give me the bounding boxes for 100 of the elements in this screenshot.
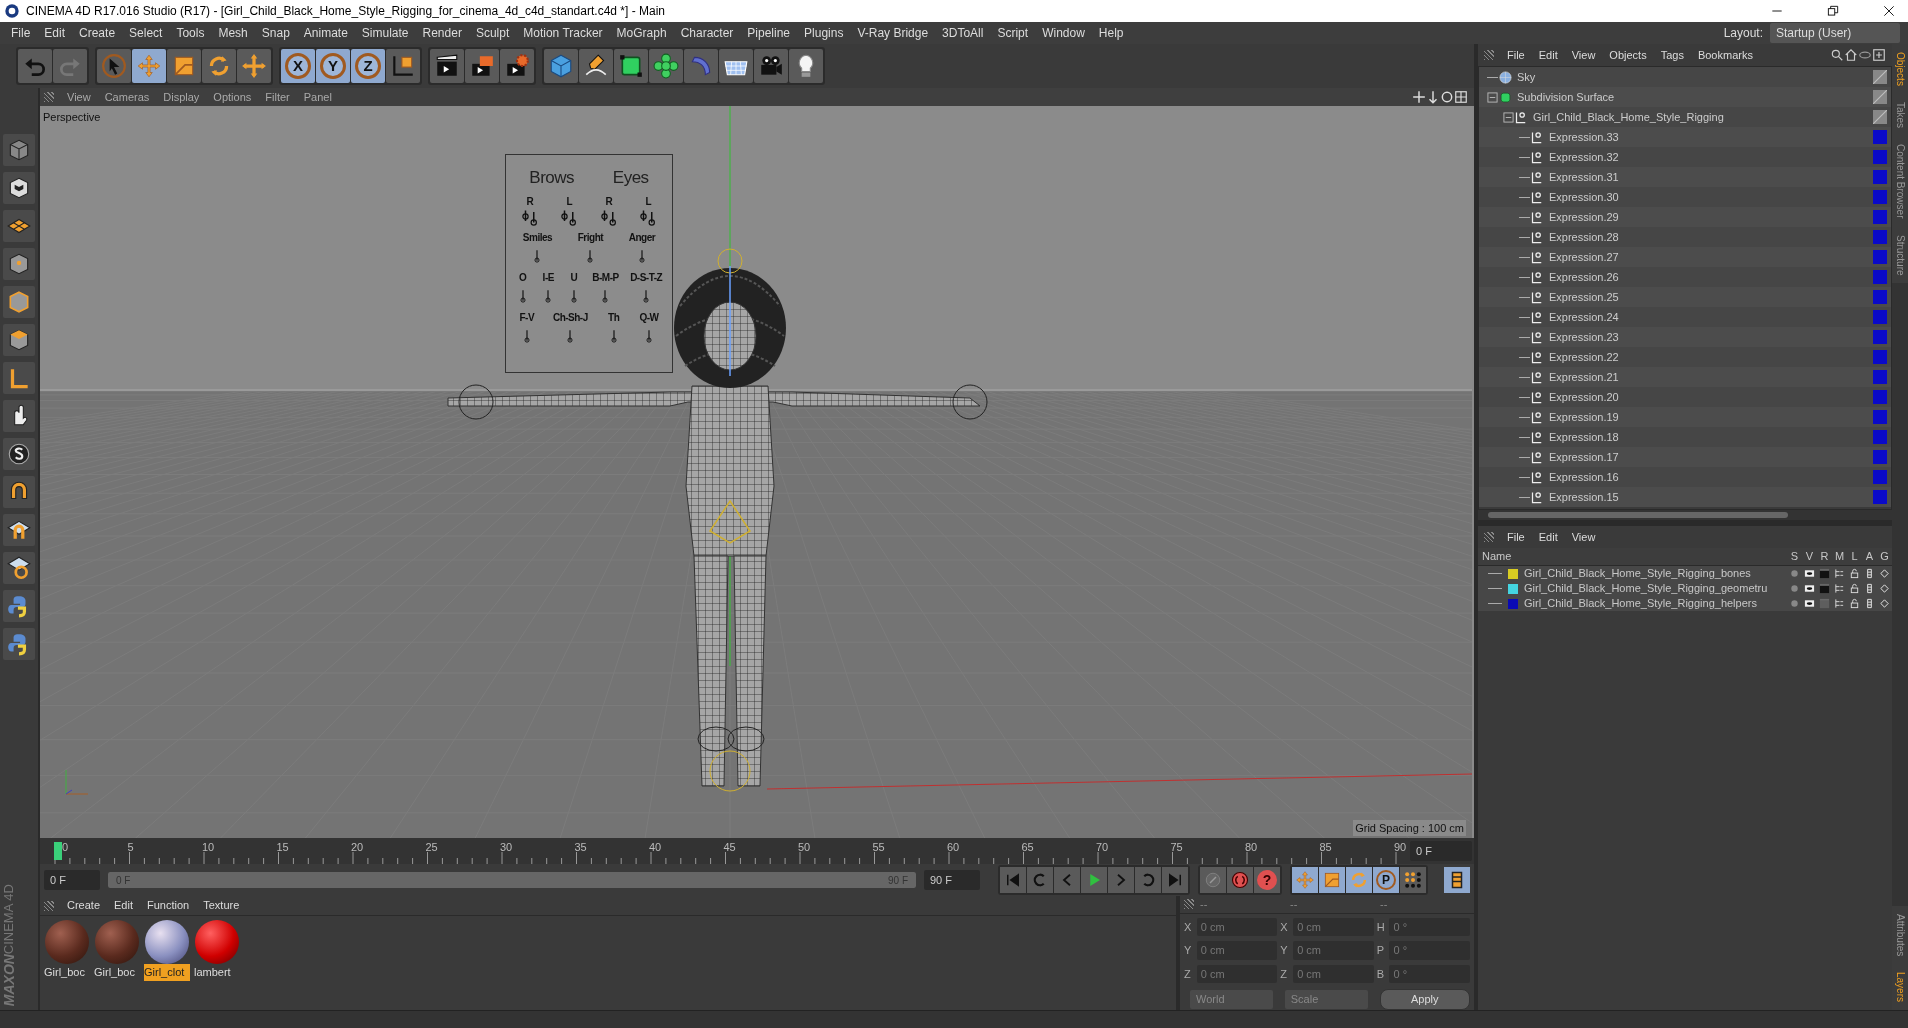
close-icon[interactable]: [1882, 4, 1896, 18]
clapperboard-icon[interactable]: [1819, 568, 1830, 579]
coordinate-field[interactable]: 0 cm: [1196, 964, 1278, 983]
menu-item[interactable]: Sculpt: [468, 24, 517, 42]
viewport-menu-item[interactable]: Options: [206, 88, 259, 106]
maximize-view-icon[interactable]: [1454, 90, 1468, 104]
help-button[interactable]: ?: [1254, 867, 1280, 893]
menu-item[interactable]: Create: [72, 24, 123, 42]
menu-item[interactable]: Window: [1035, 24, 1092, 42]
select-button[interactable]: [97, 49, 131, 83]
current-frame-field[interactable]: 0 F: [1410, 841, 1472, 861]
menu-item[interactable]: Plugins: [797, 24, 851, 42]
bars-icon[interactable]: [1864, 598, 1875, 609]
cube-polygons-tool-button[interactable]: [3, 324, 35, 356]
layer-menu-item[interactable]: View: [1564, 528, 1603, 546]
pen-button[interactable]: [579, 49, 613, 83]
transform-button[interactable]: [237, 49, 271, 83]
menu-item[interactable]: Edit: [37, 24, 73, 42]
new-panel-icon[interactable]: [1872, 48, 1886, 62]
hand-tool-button[interactable]: [3, 400, 35, 432]
padlock-icon[interactable]: [1849, 568, 1860, 579]
menu-item[interactable]: Character: [673, 24, 741, 42]
bars-icon[interactable]: [1864, 568, 1875, 579]
python-tool-button[interactable]: [3, 590, 35, 622]
pan-icon[interactable]: [1412, 90, 1426, 104]
next-key-button[interactable]: [1108, 867, 1134, 893]
coordinate-field[interactable]: 0 cm: [1196, 917, 1278, 936]
layer-color-swatch[interactable]: [1873, 190, 1887, 204]
layer-color-swatch[interactable]: [1508, 598, 1518, 609]
menu-item[interactable]: MoGraph: [609, 24, 674, 42]
menu-item[interactable]: Snap: [254, 24, 297, 42]
solo-dot-icon[interactable]: [1789, 583, 1800, 594]
object-menu-item[interactable]: File: [1500, 46, 1532, 64]
coordinate-field[interactable]: 0 cm: [1293, 964, 1374, 983]
side-tab[interactable]: Content Browser: [1892, 136, 1908, 227]
side-tab[interactable]: Layers: [1892, 964, 1908, 1010]
object-menu-item[interactable]: Edit: [1531, 46, 1565, 64]
menu-item[interactable]: Select: [122, 24, 170, 42]
layer-color-swatch[interactable]: [1873, 470, 1887, 484]
menu-item[interactable]: Mesh: [211, 24, 255, 42]
lock-grid-tool-button[interactable]: [3, 552, 35, 584]
layer-color-swatch[interactable]: [1873, 230, 1887, 244]
object-menu-item[interactable]: Bookmarks: [1690, 46, 1760, 64]
clapperboard-icon[interactable]: [1819, 583, 1830, 594]
render-settings-button[interactable]: [500, 49, 534, 83]
viewport-menu-item[interactable]: Cameras: [97, 88, 157, 106]
solo-dot-icon[interactable]: [1789, 598, 1800, 609]
panel-grip-icon[interactable]: [1484, 532, 1494, 542]
menu-item[interactable]: Help: [1091, 24, 1131, 42]
light-button[interactable]: [789, 49, 823, 83]
loop-forward-button[interactable]: [1135, 867, 1161, 893]
axis-corner-tool-button[interactable]: [3, 362, 35, 394]
playhead-marker[interactable]: [54, 842, 62, 860]
layer-color-swatch[interactable]: [1508, 568, 1518, 579]
home-icon[interactable]: [1844, 48, 1858, 62]
eye-icon[interactable]: [1804, 583, 1815, 594]
bars-icon[interactable]: [1864, 583, 1875, 594]
layer-empty-swatch[interactable]: [1873, 70, 1887, 84]
clapperboard-icon[interactable]: [1819, 598, 1830, 609]
material-name[interactable]: lambert: [194, 964, 240, 981]
object-menu-item[interactable]: View: [1564, 46, 1603, 64]
material-name[interactable]: Girl_boc: [44, 964, 90, 981]
scale-button[interactable]: [167, 49, 201, 83]
layer-color-swatch[interactable]: [1873, 270, 1887, 284]
record-button[interactable]: [1227, 867, 1253, 893]
s-circle-tool-button[interactable]: [3, 438, 35, 470]
layer-color-swatch[interactable]: [1873, 310, 1887, 324]
go-to-end-button[interactable]: [1162, 867, 1188, 893]
coordinate-field[interactable]: 0 cm: [1196, 941, 1278, 960]
horizontal-scrollbar[interactable]: [1488, 512, 1788, 518]
deformer-button[interactable]: [684, 49, 718, 83]
layer-menu-item[interactable]: File: [1500, 528, 1532, 546]
zoom-arrows-icon[interactable]: [1426, 90, 1440, 104]
coordinate-field[interactable]: 0 °: [1389, 964, 1470, 983]
checker-magnet-tool-button[interactable]: [3, 514, 35, 546]
rotate-button[interactable]: [202, 49, 236, 83]
axis-lock-button[interactable]: X: [281, 49, 315, 83]
eye-icon[interactable]: [1804, 598, 1815, 609]
menu-item[interactable]: File: [4, 24, 38, 42]
menu-item[interactable]: Tools: [169, 24, 212, 42]
side-tab[interactable]: Takes: [1892, 93, 1908, 137]
layer-color-swatch[interactable]: [1873, 390, 1887, 404]
material-menu-item[interactable]: Function: [140, 897, 197, 914]
layer-color-swatch[interactable]: [1873, 370, 1887, 384]
go-to-start-button[interactable]: [1000, 867, 1026, 893]
coordinate-field[interactable]: 0 cm: [1293, 917, 1374, 936]
layer-color-swatch[interactable]: [1873, 290, 1887, 304]
layer-color-swatch[interactable]: [1873, 350, 1887, 364]
side-tab[interactable]: Attributes: [1892, 905, 1908, 964]
search-icon[interactable]: [1830, 48, 1844, 62]
panel-grip-icon[interactable]: [44, 900, 54, 911]
coordinate-field[interactable]: 0 cm: [1293, 941, 1374, 960]
collapse-toggle-icon[interactable]: [1487, 91, 1498, 103]
apply-button[interactable]: Apply: [1379, 989, 1470, 1010]
layer-color-swatch[interactable]: [1873, 450, 1887, 464]
undo-button[interactable]: [18, 49, 52, 83]
layer-color-swatch[interactable]: [1508, 583, 1518, 594]
side-tab[interactable]: Structure: [1892, 226, 1908, 284]
key-scale-button[interactable]: [1319, 867, 1345, 893]
layer-color-swatch[interactable]: [1873, 410, 1887, 424]
